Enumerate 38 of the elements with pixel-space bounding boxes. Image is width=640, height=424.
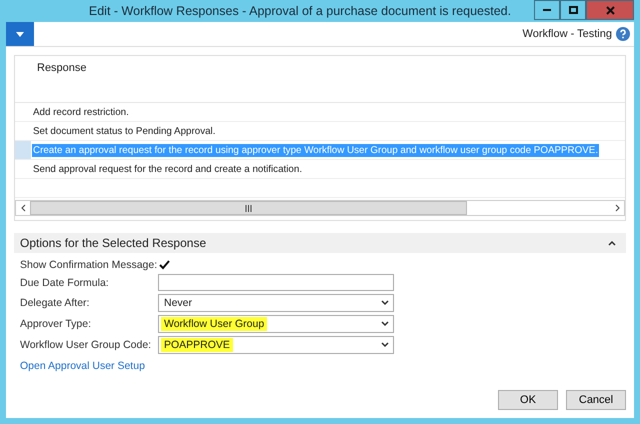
field-label: Show Confirmation Message: — [20, 259, 158, 271]
chevron-down-icon — [381, 342, 389, 348]
minimize-icon — [543, 9, 551, 11]
input-field[interactable] — [158, 274, 394, 291]
maximize-button[interactable] — [560, 0, 586, 20]
grip-icon — [245, 204, 252, 212]
dropdown-field[interactable]: POAPPROVE — [158, 336, 394, 354]
open-approval-link[interactable]: Open Approval User Setup — [20, 360, 145, 372]
options-section-header[interactable]: Options for the Selected Response — [14, 233, 626, 253]
dropdown-field[interactable]: Never — [158, 294, 394, 312]
dropdown-field[interactable]: Workflow User Group — [158, 315, 394, 333]
scroll-right-icon — [614, 204, 620, 212]
collapse-icon — [608, 240, 616, 246]
dialog-button[interactable]: OK — [498, 390, 558, 410]
field-label: Workflow User Group Code: — [20, 339, 152, 351]
chevron-down-icon — [381, 300, 389, 306]
response-row[interactable]: Add record restriction. — [32, 106, 130, 118]
window-title: Edit - Workflow Responses - Approval of a purchase document is requested. — [88, 4, 512, 18]
column-header: Response — [37, 62, 87, 74]
field-label: Delegate After: — [20, 297, 90, 309]
response-row[interactable]: Send approval request for the record and create a notification. — [32, 162, 304, 176]
checkbox[interactable] — [158, 259, 170, 271]
dialog-button[interactable]: Cancel — [566, 390, 626, 410]
maximize-icon — [568, 6, 578, 14]
context-label: Workflow - Testing — [522, 28, 612, 40]
close-button[interactable] — [586, 0, 634, 20]
menu-button[interactable] — [6, 22, 34, 46]
chevron-down-icon — [381, 321, 389, 327]
close-icon — [606, 6, 614, 14]
scroll-left-icon — [20, 204, 26, 212]
response-row[interactable]: Set document status to Pending Approval. — [32, 124, 216, 138]
minimize-button[interactable] — [534, 0, 560, 20]
field-label: Approver Type: — [20, 318, 92, 330]
horizontal-scrollbar[interactable] — [15, 200, 625, 216]
checkmark-icon — [158, 260, 170, 270]
help-icon[interactable] — [616, 27, 630, 41]
field-label: Due Date Formula: — [20, 276, 110, 288]
dropdown-arrow-icon — [16, 32, 24, 36]
